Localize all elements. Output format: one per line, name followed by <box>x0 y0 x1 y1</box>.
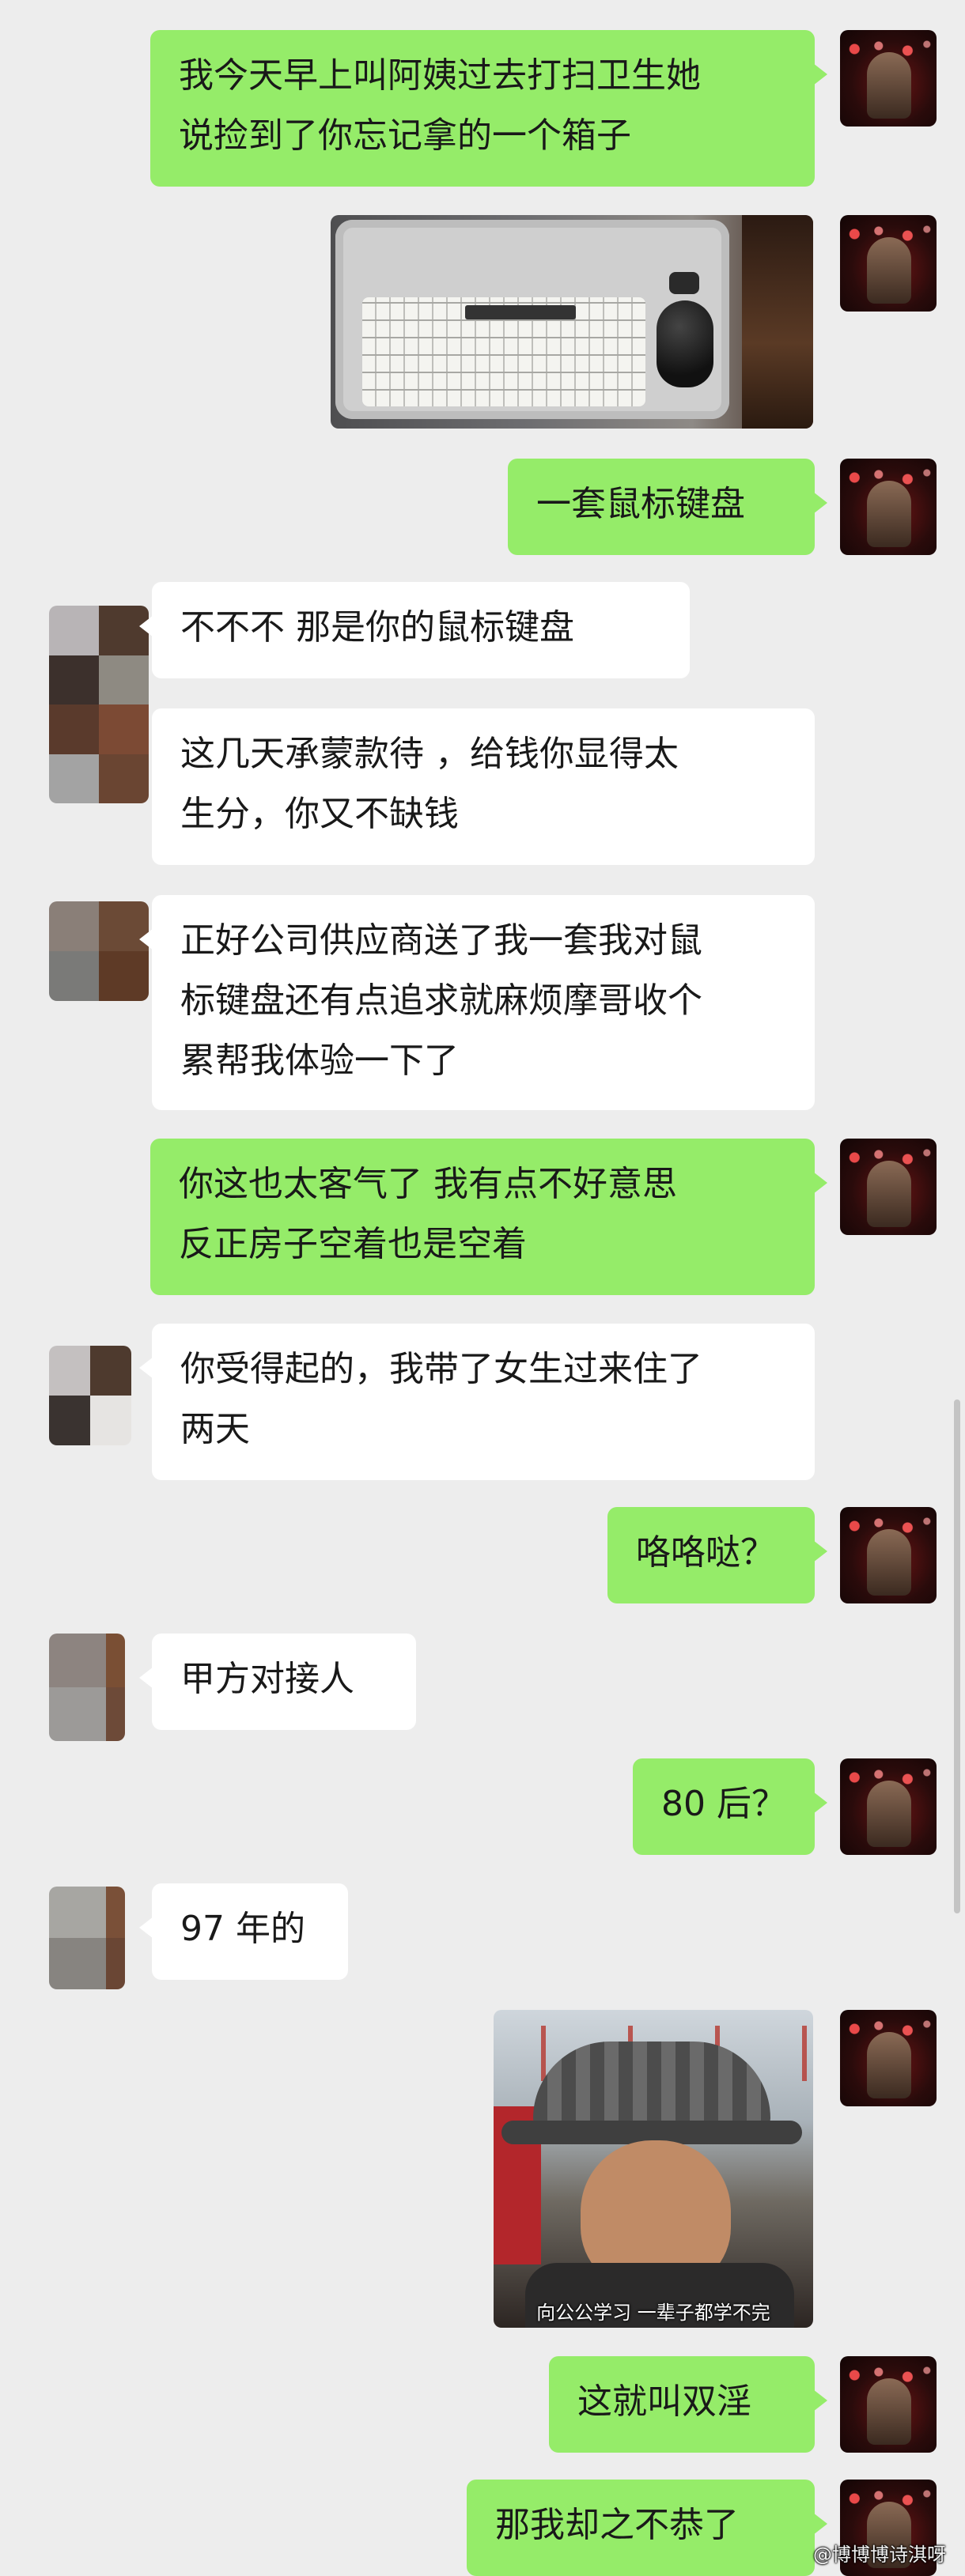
self-avatar[interactable] <box>840 30 937 127</box>
keyboard-mouse-photo[interactable] <box>331 215 813 429</box>
message-bubble-received[interactable]: 97 年的 <box>139 1883 348 1980</box>
keyboard-icon <box>362 297 645 406</box>
contact-avatar[interactable] <box>49 606 149 803</box>
message-bubble-received[interactable]: 不不不 那是你的鼠标键盘 <box>139 582 690 678</box>
watermark: @博博博诗淇呀 <box>813 2544 946 2566</box>
self-avatar[interactable] <box>840 459 937 555</box>
contact-avatar[interactable] <box>49 1887 125 1989</box>
self-avatar[interactable] <box>840 2356 937 2453</box>
contact-avatar[interactable] <box>49 1346 131 1445</box>
movie-still-image[interactable]: 向公公学习 一辈子都学不完 <box>494 2010 813 2328</box>
contact-avatar[interactable] <box>49 901 149 1001</box>
image-caption: 向公公学习 一辈子都学不完 <box>536 2302 770 2324</box>
message-bubble-sent[interactable]: 那我却之不恭了 <box>467 2480 827 2576</box>
message-bubble-received[interactable]: 你受得起的，我带了女生过来住了 两天 <box>139 1324 815 1480</box>
message-bubble-sent[interactable]: 我今天早上叫阿姨过去打扫卫生她 说捡到了你忘记拿的一个箱子 <box>150 30 827 187</box>
self-avatar[interactable] <box>840 215 937 312</box>
message-bubble-sent[interactable]: 咯咯哒？ <box>607 1507 827 1603</box>
self-avatar[interactable] <box>840 2010 937 2106</box>
chat-scrollbar[interactable] <box>954 1399 960 1913</box>
mouse-icon <box>657 300 713 387</box>
message-bubble-sent[interactable]: 80 后？ <box>633 1758 827 1855</box>
message-bubble-sent[interactable]: 你这也太客气了 我有点不好意思 反正房子空着也是空着 <box>150 1139 827 1295</box>
message-bubble-received[interactable]: 正好公司供应商送了我一套我对鼠 标键盘还有点追求就麻烦摩哥收个 累帮我体验一下了 <box>139 895 815 1110</box>
message-bubble-received[interactable]: 这几天承蒙款待 ，给钱你显得太 生分，你又不缺钱 <box>152 708 815 865</box>
self-avatar[interactable] <box>840 1139 937 1235</box>
contact-avatar[interactable] <box>49 1634 125 1741</box>
self-avatar[interactable] <box>840 1758 937 1855</box>
message-bubble-sent[interactable]: 一套鼠标键盘 <box>508 459 827 555</box>
self-avatar[interactable] <box>840 1507 937 1603</box>
message-bubble-received[interactable]: 甲方对接人 <box>139 1634 416 1730</box>
message-bubble-sent[interactable]: 这就叫双淫 <box>549 2356 827 2453</box>
